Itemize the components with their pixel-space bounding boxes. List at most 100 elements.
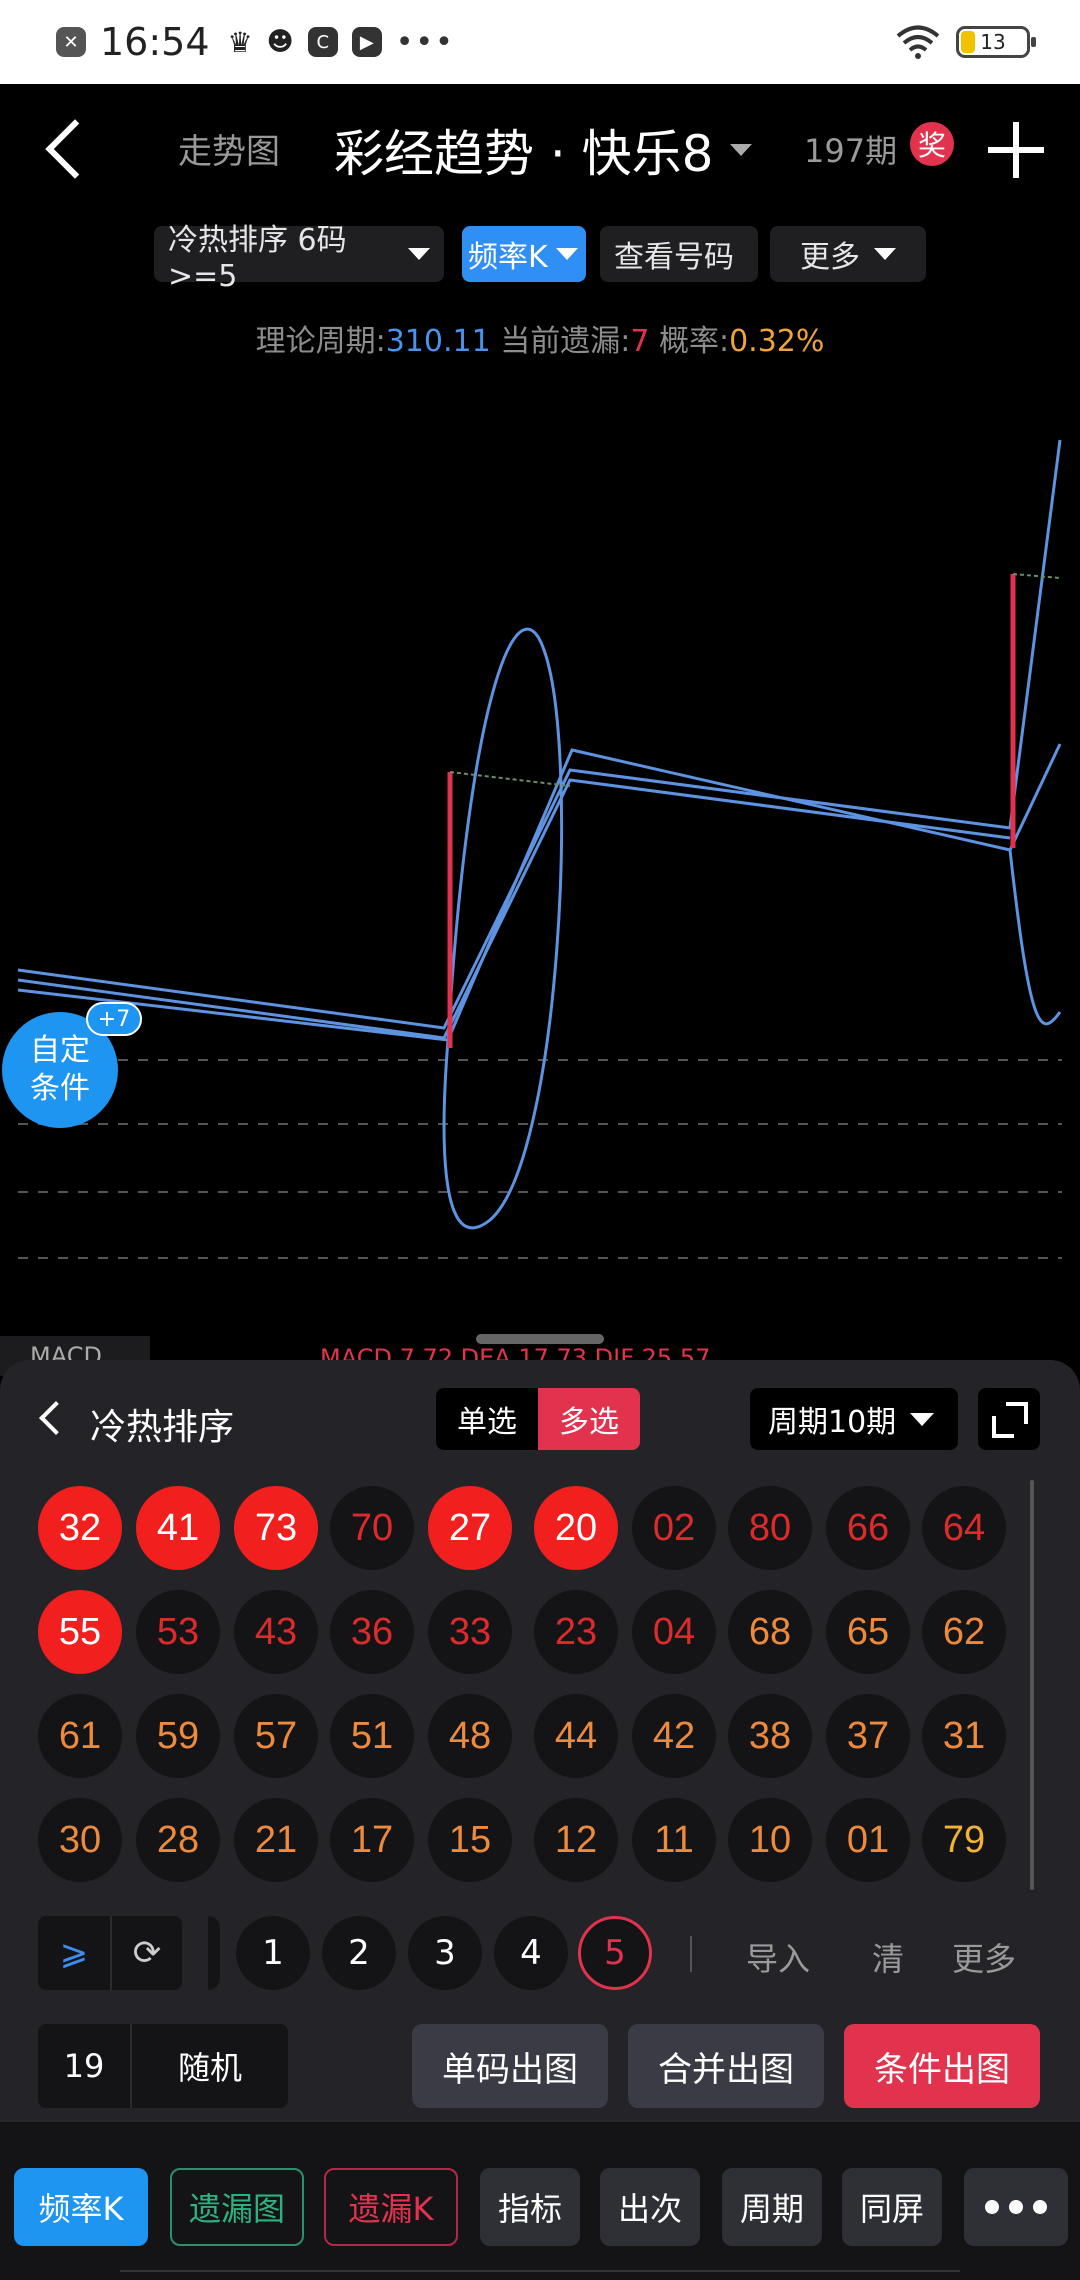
bottom-nav: 频率K 遗漏图 遗漏K 指标 出次 周期 同屏 <box>0 2120 1080 2280</box>
nav-occurrence[interactable]: 出次 <box>600 2168 700 2246</box>
number-ball[interactable]: 64 <box>922 1486 1006 1570</box>
number-ball[interactable]: 12 <box>534 1798 618 1882</box>
panel-back-button[interactable] <box>36 1398 66 1438</box>
miss-label: 当前遗漏: <box>490 324 631 359</box>
back-button[interactable] <box>40 114 100 184</box>
number-ball[interactable]: 21 <box>234 1798 318 1882</box>
number-ball[interactable]: 61 <box>38 1694 122 1778</box>
number-ball[interactable]: 79 <box>922 1798 1006 1882</box>
number-ball[interactable]: 28 <box>136 1798 220 1882</box>
count-button-1[interactable]: 1 <box>236 1916 310 1990</box>
cycle-label: 周期10期 <box>768 1405 897 1440</box>
number-ball[interactable]: 01 <box>826 1798 910 1882</box>
chevron-down-icon <box>555 248 578 260</box>
greater-equal-button[interactable]: ⩾ <box>38 1916 110 1990</box>
number-ball[interactable]: 66 <box>826 1486 910 1570</box>
nav-freq-k[interactable]: 频率K <box>14 2168 148 2246</box>
number-ball[interactable]: 36 <box>330 1590 414 1674</box>
number-ball[interactable]: 15 <box>428 1798 512 1882</box>
sort-dropdown[interactable]: 冷热排序 6码>=5 <box>154 223 444 294</box>
number-ball[interactable]: 27 <box>428 1486 512 1570</box>
number-ball[interactable]: 23 <box>534 1590 618 1674</box>
number-ball[interactable]: 65 <box>826 1590 910 1674</box>
panel-drag-handle[interactable] <box>476 1334 604 1344</box>
number-ball[interactable]: 48 <box>428 1694 512 1778</box>
nav-miss-k[interactable]: 遗漏K <box>324 2168 458 2246</box>
number-ball[interactable]: 53 <box>136 1590 220 1674</box>
count-button-5[interactable]: 5 <box>578 1916 652 1990</box>
mode-toggle: ⩾ ⟳ <box>38 1916 182 1990</box>
trend-chart-link[interactable]: 走势图 <box>178 124 280 173</box>
merge-chart-button[interactable]: 合并出图 <box>628 2024 824 2108</box>
battery-level: 13 <box>980 30 1006 54</box>
trend-line-2 <box>17 778 1011 1040</box>
number-ball[interactable]: 44 <box>534 1694 618 1778</box>
freq-k-dropdown[interactable]: 频率K <box>462 226 586 282</box>
number-ball[interactable]: 59 <box>136 1694 220 1778</box>
dotted-link-1 <box>449 771 571 787</box>
nav-cycle[interactable]: 周期 <box>722 2168 822 2246</box>
single-select-button[interactable]: 单选 <box>436 1388 538 1450</box>
number-ball[interactable]: 17 <box>330 1798 414 1882</box>
number-ball[interactable]: 51 <box>330 1694 414 1778</box>
number-ball[interactable]: 33 <box>428 1590 512 1674</box>
number-ball[interactable]: 68 <box>728 1590 812 1674</box>
number-ball[interactable]: 10 <box>728 1798 812 1882</box>
number-ball[interactable]: 04 <box>632 1590 716 1674</box>
number-ball[interactable]: 62 <box>922 1590 1006 1674</box>
number-ball[interactable]: 32 <box>38 1486 122 1570</box>
scroll-left-edge <box>208 1916 220 1990</box>
nav-miss-chart[interactable]: 遗漏图 <box>170 2168 304 2246</box>
nav-same-screen[interactable]: 同屏 <box>842 2168 942 2246</box>
cat-icon: ☻ <box>266 27 294 57</box>
number-ball[interactable]: 73 <box>234 1486 318 1570</box>
more-dropdown[interactable]: 更多 <box>770 226 926 282</box>
number-ball[interactable]: 37 <box>826 1694 910 1778</box>
grid-scrollbar[interactable] <box>1030 1480 1034 1890</box>
number-ball[interactable]: 30 <box>38 1798 122 1882</box>
number-ball[interactable]: 42 <box>632 1694 716 1778</box>
import-button[interactable]: 导入 <box>746 1934 810 1980</box>
number-ball[interactable]: 80 <box>728 1486 812 1570</box>
trend-chart[interactable] <box>0 380 1080 1340</box>
award-badge[interactable]: 奖 <box>910 122 954 166</box>
fab-line2: 条件 <box>30 1071 90 1106</box>
more-tools-button[interactable]: 更多 <box>952 1934 1016 1980</box>
trend-ellipse <box>442 627 564 1230</box>
miss-value: 7 <box>630 324 650 359</box>
add-icon[interactable] <box>988 122 1044 178</box>
app-c-icon: C <box>307 27 338 57</box>
nav-indicator[interactable]: 指标 <box>480 2168 580 2246</box>
page-title: 彩经趋势 · 快乐8 <box>334 125 714 183</box>
refresh-icon[interactable]: ⟳ <box>110 1916 182 1990</box>
count-button-4[interactable]: 4 <box>494 1916 568 1990</box>
fab-line1: 自定 <box>30 1033 90 1068</box>
number-ball[interactable]: 38 <box>728 1694 812 1778</box>
nav-more-button[interactable] <box>964 2168 1068 2246</box>
number-ball[interactable]: 11 <box>632 1798 716 1882</box>
number-ball[interactable]: 70 <box>330 1486 414 1570</box>
clear-button[interactable]: 清 <box>872 1934 904 1980</box>
more-label: 更多 <box>800 240 860 275</box>
number-ball[interactable]: 31 <box>922 1694 1006 1778</box>
lottery-selector[interactable]: 彩经趋势 · 快乐8 <box>334 114 752 186</box>
number-ball[interactable]: 41 <box>136 1486 220 1570</box>
condition-chart-button[interactable]: 条件出图 <box>844 2024 1040 2108</box>
number-ball[interactable]: 43 <box>234 1590 318 1674</box>
number-ball[interactable]: 55 <box>38 1590 122 1674</box>
number-ball[interactable]: 20 <box>534 1486 618 1570</box>
multi-select-button[interactable]: 多选 <box>538 1388 640 1450</box>
count-button-2[interactable]: 2 <box>322 1916 396 1990</box>
number-ball[interactable]: 02 <box>632 1486 716 1570</box>
filter-chips: 冷热排序 6码>=5 频率K 查看号码 更多 <box>0 223 1080 294</box>
random-count-input[interactable]: 19 <box>38 2024 132 2108</box>
cycle-dropdown[interactable]: 周期10期 <box>750 1388 958 1450</box>
count-button-3[interactable]: 3 <box>408 1916 482 1990</box>
more-dots-icon: ••• <box>395 24 455 60</box>
view-numbers-button[interactable]: 查看号码 <box>600 226 758 282</box>
number-ball[interactable]: 57 <box>234 1694 318 1778</box>
view-numbers-label: 查看号码 <box>614 240 734 275</box>
random-button[interactable]: 随机 <box>132 2024 288 2108</box>
single-chart-button[interactable]: 单码出图 <box>412 2024 608 2108</box>
expand-icon[interactable] <box>978 1388 1040 1450</box>
